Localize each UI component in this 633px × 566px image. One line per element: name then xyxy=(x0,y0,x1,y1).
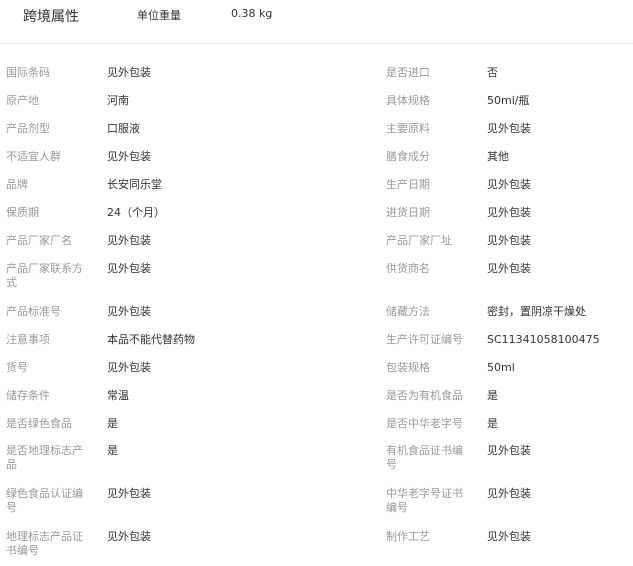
attribute-label: 产品标准号 xyxy=(6,305,61,318)
attribute-value: 见外包装 xyxy=(107,234,151,247)
attribute-label: 产品剂型 xyxy=(6,122,50,135)
attribute-value: 见外包装 xyxy=(107,361,151,374)
attribute-label: 是否地理标志产品 xyxy=(6,444,83,471)
attribute-label: 是否绿色食品 xyxy=(6,417,72,430)
attribute-label: 供货商名 xyxy=(386,262,430,275)
attribute-value: 见外包装 xyxy=(487,122,531,135)
attribute-label: 具体规格 xyxy=(386,94,430,107)
attribute-label: 地理标志产品证书编号 xyxy=(6,530,83,557)
attribute-value: 见外包装 xyxy=(107,150,151,163)
attribute-value: 本品不能代替药物 xyxy=(107,333,195,346)
attribute-value: 见外包装 xyxy=(487,178,531,191)
attribute-label: 国际条码 xyxy=(6,66,50,79)
attribute-label: 有机食品证书编号 xyxy=(386,444,463,471)
attribute-value: 是 xyxy=(107,417,118,430)
attribute-label: 货号 xyxy=(6,361,28,374)
attribute-label: 是否为有机食品 xyxy=(386,389,463,402)
attribute-value: 见外包装 xyxy=(487,206,531,219)
attribute-label: 品牌 xyxy=(6,178,28,191)
attribute-value: 见外包装 xyxy=(487,262,531,275)
attribute-label: 包装规格 xyxy=(386,361,430,374)
attribute-value: 见外包装 xyxy=(107,262,151,275)
attribute-label: 绿色食品认证编号 xyxy=(6,487,83,514)
attribute-label: 生产日期 xyxy=(386,178,430,191)
attribute-value: 50ml xyxy=(487,361,515,374)
attribute-table: 国际条码 见外包装 是否进口否原产地 河南 具体规格 50ml/瓶 产品剂型 口服液 主要原料见… xyxy=(0,0,633,566)
attribute-label: 主要原料 xyxy=(386,122,430,135)
attribute-value: 见外包装 xyxy=(487,487,531,500)
attribute-value: 常温 xyxy=(107,389,129,402)
attribute-label: 储存条件 xyxy=(6,389,50,402)
attribute-value: 密封，置阴凉干燥处 xyxy=(487,305,586,318)
attribute-value: 见外包装 xyxy=(487,444,531,457)
attribute-value: 否 xyxy=(487,66,498,79)
attribute-label: 进货日期 xyxy=(386,206,430,219)
attribute-value: 见外包装 xyxy=(107,487,151,500)
attribute-label: 原产地 xyxy=(6,94,39,107)
attribute-label: 中华老字号证书编号 xyxy=(386,487,463,514)
attribute-value: 见外包装 xyxy=(487,530,531,543)
attribute-value: 24（个月） xyxy=(107,206,165,219)
attribute-value: 长安同乐堂 xyxy=(107,178,162,191)
attribute-label: 储藏方法 xyxy=(386,305,430,318)
attribute-value: 是 xyxy=(487,389,498,402)
attribute-value: 是 xyxy=(487,417,498,430)
attribute-value: 50ml/瓶 xyxy=(487,94,530,107)
attribute-label: 产品厂家厂址 xyxy=(386,234,452,247)
attribute-label: 膳食成分 xyxy=(386,150,430,163)
attribute-value: 河南 xyxy=(107,94,129,107)
attribute-label: 产品厂家联系方式 xyxy=(6,262,83,289)
attribute-label: 生产许可证编号 xyxy=(386,333,463,346)
attribute-value: 口服液 xyxy=(107,122,140,135)
attribute-value: 其他 xyxy=(487,150,509,163)
attribute-value: 见外包装 xyxy=(107,66,151,79)
attribute-label: 不适宜人群 xyxy=(6,150,61,163)
attribute-label: 注意事项 xyxy=(6,333,50,346)
attribute-value: 见外包装 xyxy=(487,234,531,247)
attribute-value: 是 xyxy=(107,444,118,457)
attribute-label: 是否进口 xyxy=(386,66,430,79)
attribute-label: 保质期 xyxy=(6,206,39,219)
attribute-value: 见外包装 xyxy=(107,305,151,318)
attribute-label: 是否中华老字号 xyxy=(386,417,463,430)
attribute-value: SC11341058100475 xyxy=(487,333,600,346)
attribute-value: 见外包装 xyxy=(107,530,151,543)
attribute-label: 制作工艺 xyxy=(386,530,430,543)
attribute-label: 产品厂家厂名 xyxy=(6,234,72,247)
